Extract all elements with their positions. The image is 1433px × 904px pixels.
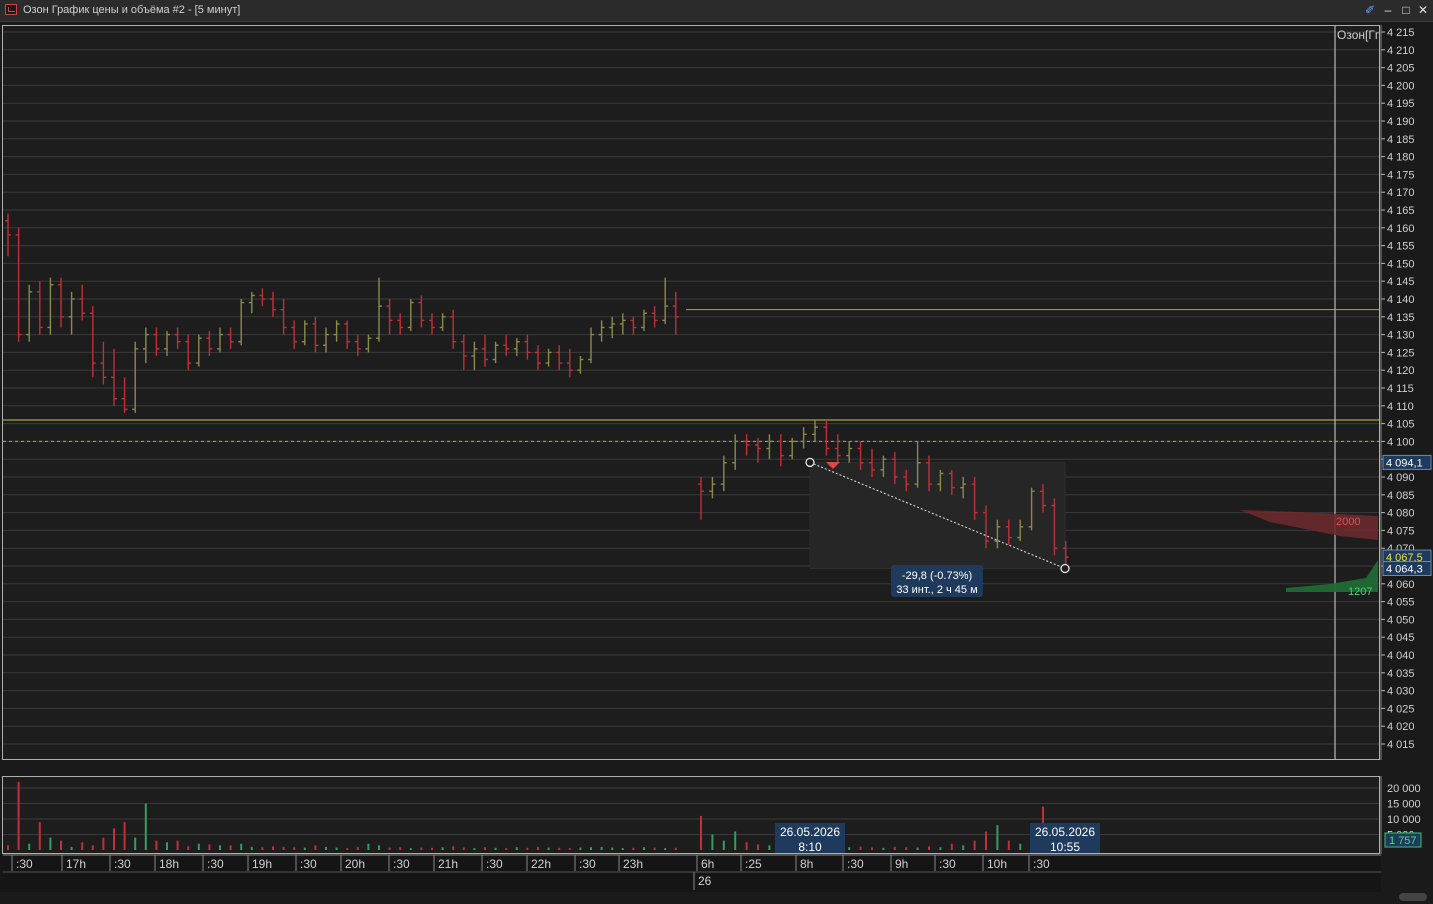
- time-tick-label: :30: [16, 857, 33, 871]
- price-tick-label: 4 120: [1387, 365, 1415, 377]
- time-tick-label: :30: [207, 857, 224, 871]
- date-label: 26: [698, 874, 712, 888]
- time-tick-label: :30: [300, 857, 317, 871]
- price-tick-label: 4 125: [1387, 347, 1415, 359]
- time-tick-label: 6h: [701, 857, 714, 871]
- price-tick-label: 4 210: [1387, 45, 1415, 57]
- measure-start-handle[interactable]: [805, 457, 815, 468]
- price-tick-label: 4 195: [1387, 98, 1415, 110]
- measure-start-label-date: 26.05.2026: [780, 825, 840, 839]
- price-tick-label: 4 175: [1387, 169, 1415, 181]
- time-tick-label: :30: [939, 857, 956, 871]
- measure-end-label-date: 26.05.2026: [1035, 825, 1095, 839]
- measure-change-text: -29,8 (-0.73%): [902, 570, 972, 582]
- price-tick-label: 4 130: [1387, 330, 1415, 342]
- price-tick-label: 4 150: [1387, 258, 1415, 270]
- time-tick-label: :30: [579, 857, 596, 871]
- profile-red-label: 2000: [1336, 516, 1360, 528]
- price-tick-label: 4 105: [1387, 419, 1415, 431]
- instrument-label: Озон[Гг: [1337, 28, 1380, 42]
- price-tick-label: 4 185: [1387, 134, 1415, 146]
- price-tick-label: 4 140: [1387, 294, 1415, 306]
- price-tick-label: 4 020: [1387, 721, 1415, 733]
- chart-canvas[interactable]: 4 215 4 210 4 205 4 200 4 195 4 190 4 185 4 180…: [0, 0, 1433, 904]
- price-tick-label: 4 045: [1387, 632, 1415, 644]
- volume-tick-label: 15 000: [1387, 799, 1421, 811]
- price-tick-label: 4 035: [1387, 668, 1415, 680]
- price-tick-label: 4 155: [1387, 241, 1415, 253]
- price-tick-label: 4 090: [1387, 472, 1415, 484]
- price-tick-label: 4 060: [1387, 579, 1415, 591]
- price-tick-label: 4 145: [1387, 276, 1415, 288]
- price-tick-label: 4 055: [1387, 597, 1415, 609]
- time-tick-label: :30: [114, 857, 131, 871]
- price-tick-label: 4 030: [1387, 686, 1415, 698]
- price-tick-label: 4 085: [1387, 490, 1415, 502]
- price-tick-label: 4 100: [1387, 436, 1415, 448]
- time-tick-label: 18h: [159, 857, 179, 871]
- time-tick-label: :30: [486, 857, 503, 871]
- price-tick-label: 4 190: [1387, 116, 1415, 128]
- volume-current-label: 1 757: [1389, 835, 1417, 847]
- price-tick-label: 4 135: [1387, 312, 1415, 324]
- time-tick-label: 9h: [895, 857, 908, 871]
- measure-start-label-time: 8:10: [798, 840, 822, 854]
- volume-tick-label: 10 000: [1387, 814, 1421, 826]
- measure-end-label-time: 10:55: [1050, 840, 1080, 854]
- time-tick-label: 19h: [252, 857, 272, 871]
- measure-duration-text: 33 инт., 2 ч 45 м: [896, 584, 977, 596]
- price-marker-high: 4 094,1: [1386, 457, 1423, 469]
- time-tick-label: :30: [847, 857, 864, 871]
- price-marker-low: 4 064,3: [1386, 563, 1423, 575]
- price-tick-label: 4 200: [1387, 80, 1415, 92]
- price-tick-label: 4 080: [1387, 508, 1415, 520]
- price-tick-label: 4 180: [1387, 152, 1415, 164]
- time-tick-label: 20h: [345, 857, 365, 871]
- profile-green-label: 1207: [1348, 586, 1372, 598]
- time-tick-label: 23h: [623, 857, 643, 871]
- measure-end-handle[interactable]: [1060, 563, 1070, 574]
- price-tick-label: 4 040: [1387, 650, 1415, 662]
- price-tick-label: 4 165: [1387, 205, 1415, 217]
- time-tick-label: 8h: [800, 857, 813, 871]
- price-tick-label: 4 015: [1387, 739, 1415, 751]
- price-tick-label: 4 215: [1387, 27, 1415, 39]
- price-tick-label: 4 170: [1387, 187, 1415, 199]
- time-tick-label: :30: [393, 857, 410, 871]
- price-tick-label: 4 160: [1387, 223, 1415, 235]
- price-tick-label: 4 025: [1387, 703, 1415, 715]
- time-tick-label: :25: [745, 857, 762, 871]
- price-tick-label: 4 115: [1387, 383, 1414, 395]
- time-tick-label: 10h: [987, 857, 1007, 871]
- time-tick-label: 17h: [66, 857, 86, 871]
- price-tick-label: 4 110: [1387, 401, 1414, 413]
- time-tick-label: 21h: [438, 857, 458, 871]
- price-tick-label: 4 050: [1387, 614, 1415, 626]
- price-tick-label: 4 205: [1387, 63, 1415, 75]
- price-tick-label: 4 075: [1387, 525, 1415, 537]
- time-tick-label: 22h: [531, 857, 551, 871]
- volume-tick-label: 20 000: [1387, 783, 1421, 795]
- time-tick-label: :30: [1033, 857, 1050, 871]
